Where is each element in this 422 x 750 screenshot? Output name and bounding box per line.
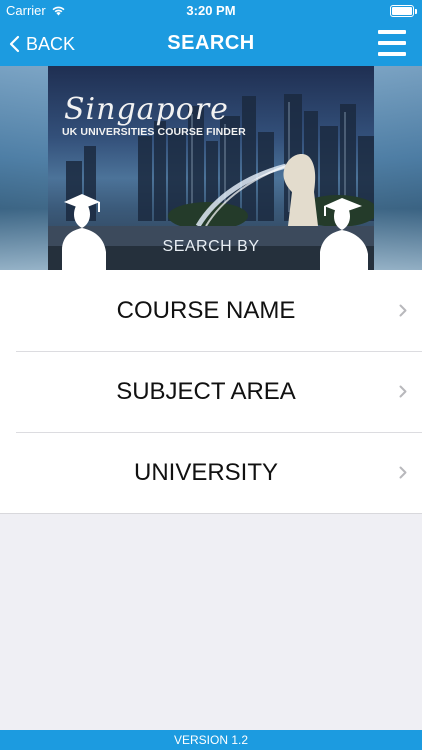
hamburger-menu-icon[interactable] [378,30,406,56]
status-bar: Carrier 3:20 PM [0,0,422,22]
menu-line [378,52,406,56]
banner-image: Singapore UK UNIVERSITIES COURSE FINDER … [48,66,374,270]
menu-line [378,30,406,34]
option-course-name[interactable]: COURSE NAME [0,270,422,351]
menu-line [378,41,406,45]
search-by-label: SEARCH BY [162,238,260,255]
battery-icon [390,5,417,17]
banner-blur-right [374,66,422,270]
option-university[interactable]: UNIVERSITY [0,432,422,513]
option-label: UNIVERSITY [133,459,279,486]
banner-blur-left [0,66,48,270]
top-bar: Carrier 3:20 PM BACK SEARCH [0,0,422,66]
chevron-right-icon [399,304,407,317]
page-title: SEARCH [167,32,255,54]
version-footer: VERSION 1.2 [0,730,422,750]
navigation-bar: BACK SEARCH [0,22,422,66]
battery-level [392,7,412,15]
chevron-right-icon [399,466,407,479]
option-label: SUBJECT AREA [116,378,296,405]
banner-script-title: Singapore [64,92,229,127]
option-label: COURSE NAME [116,297,296,324]
banner-container: Singapore UK UNIVERSITIES COURSE FINDER … [0,66,422,270]
banner-subtitle: UK UNIVERSITIES COURSE FINDER [62,126,246,138]
status-time: 3:20 PM [186,3,236,18]
chevron-right-icon [399,385,407,398]
option-subject-area[interactable]: SUBJECT AREA [0,351,422,432]
search-options-list: COURSE NAME SUBJECT AREA UNIVERSITY [0,270,422,514]
